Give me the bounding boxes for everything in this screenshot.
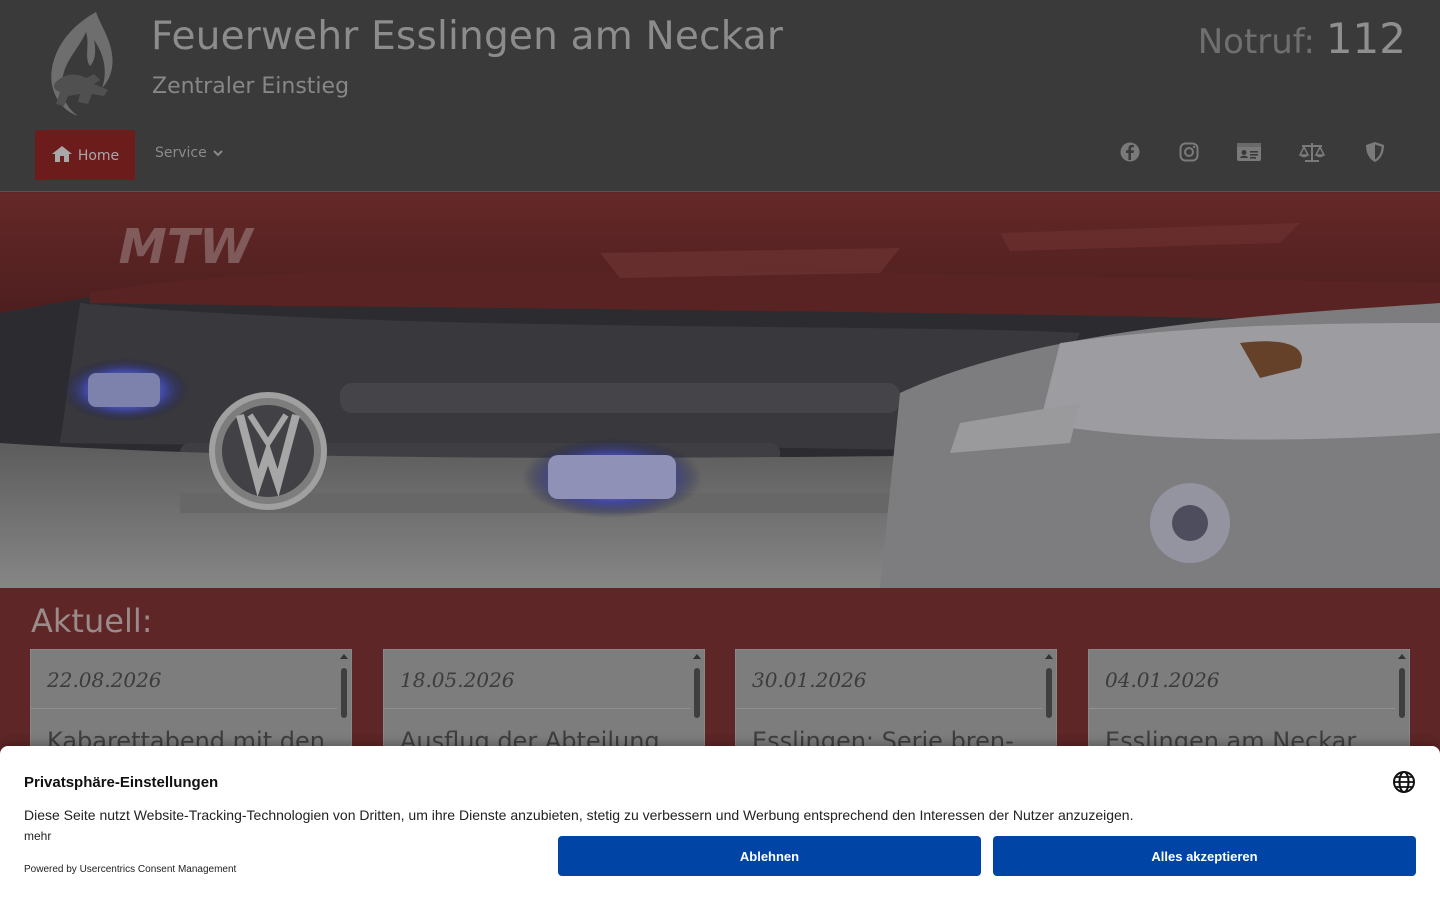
nav-service[interactable]: Service xyxy=(155,145,223,161)
home-icon xyxy=(51,145,73,167)
scrollbar-thumb[interactable] xyxy=(694,668,700,718)
news-card[interactable]: 30.01.2026 Esslingen: Serie bren- xyxy=(735,649,1057,759)
divider xyxy=(384,708,690,709)
card-scrollbar[interactable] xyxy=(1044,654,1054,758)
news-card-date: 04.01.2026 xyxy=(1105,668,1220,692)
card-scrollbar[interactable] xyxy=(339,654,349,758)
scroll-up-icon[interactable] xyxy=(1045,654,1053,659)
scrollbar-thumb[interactable] xyxy=(341,668,347,718)
decline-button[interactable]: Ablehnen xyxy=(558,836,981,876)
news-card-date: 22.08.2026 xyxy=(47,668,162,692)
consent-more-link[interactable]: mehr xyxy=(24,829,51,843)
nav-service-label: Service xyxy=(155,145,207,161)
site-subtitle: Zentraler Einstieg xyxy=(152,74,350,99)
consent-title: Privatsphäre-Einstellungen xyxy=(24,774,219,791)
news-card-date: 30.01.2026 xyxy=(752,668,867,692)
scroll-up-icon[interactable] xyxy=(693,654,701,659)
nav-home-label: Home xyxy=(77,148,120,164)
accept-all-button[interactable]: Alles akzeptieren xyxy=(993,836,1416,876)
emergency-number-value: 112 xyxy=(1325,14,1406,63)
globe-icon[interactable] xyxy=(1392,770,1416,794)
id-card-icon[interactable] xyxy=(1235,138,1263,166)
news-card-date: 18.05.2026 xyxy=(400,668,515,692)
site-title[interactable]: Feuerwehr Esslingen am Neckar xyxy=(151,14,783,59)
scrollbar-thumb[interactable] xyxy=(1046,668,1052,718)
nav-home[interactable]: Home xyxy=(35,130,135,180)
section-title-aktuell: Aktuell: xyxy=(31,602,153,640)
scroll-up-icon[interactable] xyxy=(1398,654,1406,659)
hero-image: MTW xyxy=(0,193,1440,588)
fire-department-logo[interactable] xyxy=(34,10,120,118)
card-scrollbar[interactable] xyxy=(692,654,702,758)
hero-dim-overlay xyxy=(0,193,1440,588)
news-card[interactable]: 18.05.2026 Ausflug der Abteilung xyxy=(383,649,705,759)
consent-description: Diese Seite nutzt Website-Tracking-Techn… xyxy=(24,807,1134,823)
facebook-icon[interactable] xyxy=(1116,138,1144,166)
instagram-icon[interactable] xyxy=(1175,138,1203,166)
shield-icon[interactable] xyxy=(1361,138,1389,166)
divider xyxy=(736,708,1042,709)
emergency-label: Notruf: xyxy=(1197,22,1316,62)
news-card[interactable]: 22.08.2026 Kabarettabend mit den xyxy=(30,649,352,759)
emergency-number: Notruf: 112 xyxy=(1198,14,1406,63)
card-scrollbar[interactable] xyxy=(1397,654,1407,758)
scale-icon[interactable] xyxy=(1298,138,1326,166)
divider xyxy=(31,708,337,709)
divider xyxy=(1089,708,1395,709)
news-card[interactable]: 04.01.2026 Esslingen am Neckar xyxy=(1088,649,1410,759)
scrollbar-thumb[interactable] xyxy=(1399,668,1405,718)
scroll-up-icon[interactable] xyxy=(340,654,348,659)
site-header: Feuerwehr Esslingen am Neckar Zentraler … xyxy=(0,0,1440,192)
consent-powered-by[interactable]: Powered by Usercentrics Consent Manageme… xyxy=(24,864,236,875)
consent-banner: Privatsphäre-Einstellungen Diese Seite n… xyxy=(0,746,1440,900)
chevron-down-icon xyxy=(213,145,223,161)
